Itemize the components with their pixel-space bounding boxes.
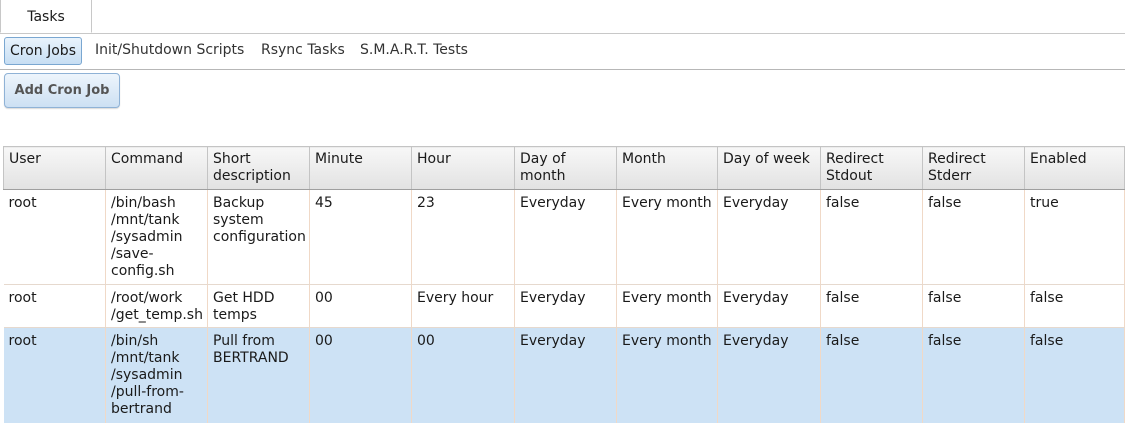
table-row[interactable]: root /bin/bash /mnt/tank /sysadmin /save… [4,190,1125,285]
cell-short-description: Pull from BERTRAND [208,328,310,423]
cell-redirect-stdout: false [821,285,923,328]
cell-minute: 00 [310,285,412,328]
cell-month: Every month [617,190,718,285]
cron-jobs-table: User Command Short description Minute Ho… [3,146,1124,423]
column-header-minute[interactable]: Minute [310,147,412,190]
cell-redirect-stderr: false [923,285,1025,328]
cell-hour: 00 [412,328,515,423]
column-header-enabled[interactable]: Enabled [1025,147,1125,190]
column-header-month[interactable]: Month [617,147,718,190]
cell-day-of-month: Everyday [515,328,617,423]
cell-command: /root/work /get_temp.sh [106,285,208,328]
cell-short-description: Backup system configuration [208,190,310,285]
cell-command: /bin/sh /mnt/tank /sysadmin /pull-from-b… [106,328,208,423]
cell-redirect-stderr: false [923,328,1025,423]
cell-minute: 45 [310,190,412,285]
cell-user: root [4,285,106,328]
subtab-cron-jobs[interactable]: Cron Jobs [4,37,82,65]
add-cron-job-button[interactable]: Add Cron Job [4,73,120,108]
subtab-init-shutdown-scripts[interactable]: Init/Shutdown Scripts [95,37,244,63]
cell-day-of-month: Everyday [515,190,617,285]
column-header-user[interactable]: User [4,147,106,190]
tab-tasks[interactable]: Tasks [0,0,92,33]
table-row[interactable]: root /root/work /get_temp.sh Get HDD tem… [4,285,1125,328]
cell-day-of-month: Everyday [515,285,617,328]
cell-enabled: false [1025,328,1125,423]
cell-user: root [4,328,106,423]
column-header-redirect-stderr[interactable]: Redirect Stderr [923,147,1025,190]
column-header-command[interactable]: Command [106,147,208,190]
cell-day-of-week: Everyday [718,190,821,285]
column-header-redirect-stdout[interactable]: Redirect Stdout [821,147,923,190]
cell-hour: 23 [412,190,515,285]
cell-redirect-stderr: false [923,190,1025,285]
column-header-day-of-month[interactable]: Day of month [515,147,617,190]
cell-minute: 00 [310,328,412,423]
cell-redirect-stdout: false [821,328,923,423]
cell-redirect-stdout: false [821,190,923,285]
cell-hour: Every hour [412,285,515,328]
column-header-hour[interactable]: Hour [412,147,515,190]
main-tab-bar: Tasks [0,0,1125,34]
cell-short-description: Get HDD temps [208,285,310,328]
subtab-rsync-tasks[interactable]: Rsync Tasks [261,37,345,63]
cell-month: Every month [617,328,718,423]
cell-day-of-week: Everyday [718,328,821,423]
cell-user: root [4,190,106,285]
cell-enabled: false [1025,285,1125,328]
table-header-row: User Command Short description Minute Ho… [4,147,1125,190]
column-header-short-description[interactable]: Short description [208,147,310,190]
table-row-selected[interactable]: root /bin/sh /mnt/tank /sysadmin /pull-f… [4,328,1125,423]
cell-enabled: true [1025,190,1125,285]
cell-command: /bin/bash /mnt/tank /sysadmin /save-conf… [106,190,208,285]
cell-day-of-week: Everyday [718,285,821,328]
column-header-day-of-week[interactable]: Day of week [718,147,821,190]
subtab-smart-tests[interactable]: S.M.A.R.T. Tests [360,37,468,63]
subtab-bar: Cron Jobs Init/Shutdown Scripts Rsync Ta… [0,36,1125,70]
cell-month: Every month [617,285,718,328]
